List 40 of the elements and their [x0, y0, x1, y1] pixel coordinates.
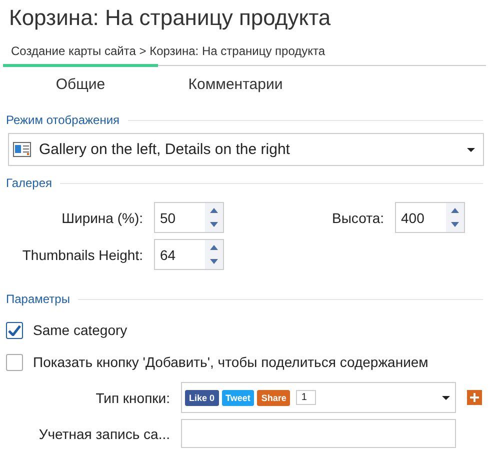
account-input[interactable] — [181, 419, 456, 448]
field-label: Ширина (%): — [62, 210, 143, 226]
up-arrow-icon[interactable] — [210, 244, 218, 250]
spinner-value: 400 — [400, 210, 426, 226]
checkbox-label: Показать кнопку 'Добавить', чтобы поделиться содержанием — [33, 354, 428, 370]
button-type-dropdown[interactable]: Like 0 Tweet Share 1 — [181, 382, 456, 413]
page-title: Корзина: На страницу продукта — [8, 4, 332, 32]
up-arrow-icon[interactable] — [451, 208, 459, 213]
section-legend: Параметры — [6, 292, 70, 306]
tab[interactable]: Общие — [3, 64, 158, 103]
spinner-value: 64 — [159, 246, 177, 262]
down-arrow-icon[interactable] — [210, 259, 218, 264]
share-button-preview: Tweet — [222, 390, 254, 406]
share-counter: 1 — [296, 390, 316, 405]
section-legend: Галерея — [6, 176, 52, 190]
number-spinner[interactable]: 64 — [154, 239, 224, 270]
down-arrow-icon[interactable] — [210, 222, 218, 228]
field-label: Учетная запись са... — [38, 426, 170, 442]
checkbox[interactable] — [6, 322, 23, 338]
plus-icon — [470, 393, 479, 402]
field-label: Высота: — [332, 210, 384, 226]
down-arrow-icon[interactable] — [451, 222, 459, 228]
caret-icon — [442, 396, 450, 400]
field-label: Тип кнопки: — [96, 390, 170, 406]
number-spinner[interactable]: 400 — [395, 202, 465, 233]
tab[interactable]: Комментарии — [158, 64, 313, 103]
checkbox[interactable] — [6, 354, 23, 370]
share-button-preview: Share — [257, 390, 290, 406]
caret-icon — [467, 148, 475, 152]
share-button-preview: Like 0 — [185, 390, 219, 406]
spinner-value: 50 — [159, 210, 177, 226]
layout-icon — [13, 142, 31, 157]
breadcrumb: Создание карты сайта > Корзина: На страницу продукта — [10, 43, 326, 60]
checkbox-label: Same category — [33, 322, 128, 338]
section-legend: Режим отображения — [6, 113, 120, 127]
field-label: Thumbnails Height: — [22, 246, 143, 262]
number-spinner[interactable]: 50 — [154, 202, 224, 233]
display-mode-dropdown[interactable]: Gallery on the left, Details on the right — [8, 133, 484, 166]
add-button[interactable] — [467, 390, 482, 405]
up-arrow-icon[interactable] — [210, 208, 218, 213]
